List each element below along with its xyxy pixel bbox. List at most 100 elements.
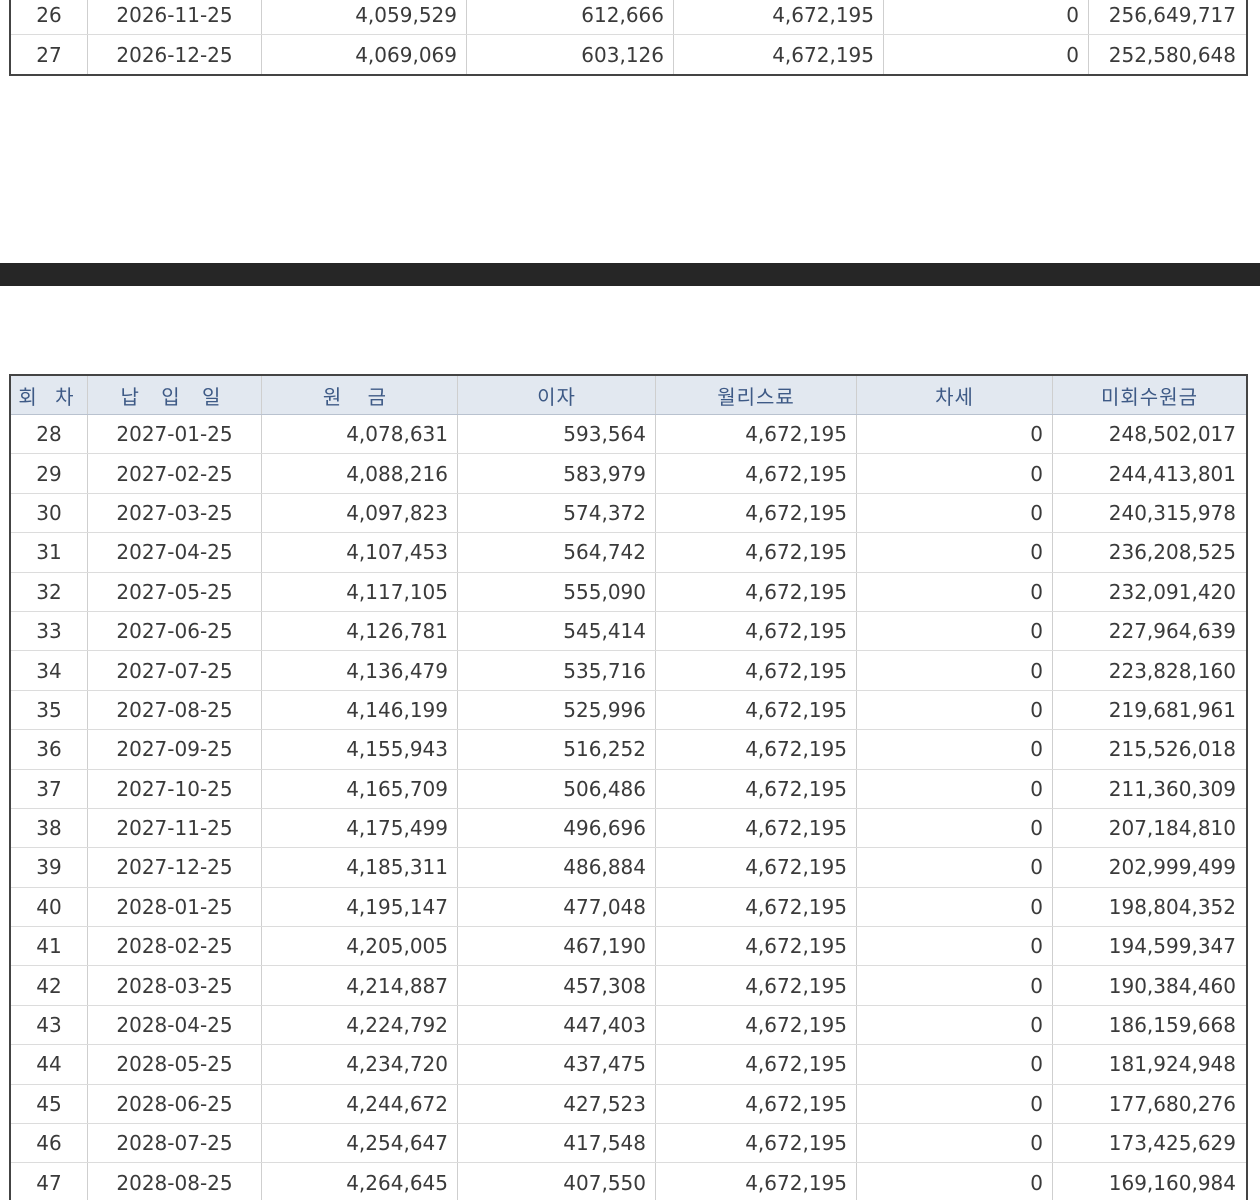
- outstanding-principal: 223,828,160: [1052, 650, 1247, 691]
- table-row: 46 2028-07-25 4,254,647 417,548 4,672,195 0 17…: [10, 1123, 1247, 1164]
- monthly-lease-fee: 4,672,195: [655, 493, 857, 534]
- interest: 583,979: [457, 453, 656, 494]
- monthly-lease-fee: 4,672,195: [655, 611, 857, 652]
- payment-date: 2027-01-25: [87, 414, 262, 455]
- table-row: 27 2026-12-25 4,069,069 603,126 4,672,19…: [10, 34, 1247, 75]
- outstanding-principal: 190,384,460: [1052, 965, 1247, 1006]
- installment-number: 41: [10, 926, 88, 967]
- difference: 0: [856, 572, 1053, 612]
- schedule-table: 회 차 납 입 일 원 금 이자 월리스료 차세 미회수원금 28 2027-01…: [9, 374, 1248, 1200]
- previous-page-rows: 26 2026-11-25 4,059,529 612,666 4,672,19…: [10, 0, 1247, 75]
- principal: 4,117,105: [261, 572, 458, 612]
- principal: 4,175,499: [261, 808, 458, 849]
- principal: 4,244,672: [261, 1084, 458, 1125]
- monthly-lease-fee: 4,672,195: [655, 769, 857, 809]
- installment-number: 27: [10, 34, 88, 75]
- difference: 0: [856, 808, 1053, 849]
- installment-number: 29: [10, 453, 88, 494]
- installment-number: 39: [10, 847, 88, 888]
- interest: 525,996: [457, 690, 656, 731]
- interest: 535,716: [457, 650, 656, 691]
- interest: 417,548: [457, 1123, 656, 1164]
- outstanding-principal: 256,649,717: [1088, 0, 1247, 36]
- installment-number: 44: [10, 1044, 88, 1085]
- header-outstanding-principal: 미회수원금: [1052, 375, 1247, 415]
- table-row: 31 2027-04-25 4,107,453 564,742 4,672,195 0 23…: [10, 532, 1247, 573]
- principal: 4,059,529: [261, 0, 467, 36]
- payment-date: 2028-01-25: [87, 887, 262, 928]
- difference: 0: [856, 1044, 1053, 1085]
- monthly-lease-fee: 4,672,195: [655, 650, 857, 691]
- monthly-lease-fee: 4,672,195: [655, 1005, 857, 1046]
- interest: 593,564: [457, 414, 656, 455]
- monthly-lease-fee: 4,672,195: [655, 1084, 857, 1125]
- installment-number: 35: [10, 690, 88, 731]
- monthly-lease-fee: 4,672,195: [655, 414, 857, 455]
- payment-date: 2028-04-25: [87, 1005, 262, 1046]
- interest: 603,126: [466, 34, 674, 75]
- table-row: 35 2027-08-25 4,146,199 525,996 4,672,195 0 21…: [10, 690, 1247, 731]
- difference: 0: [856, 1162, 1053, 1200]
- header-installment-number: 회 차: [10, 375, 88, 415]
- monthly-lease-fee: 4,672,195: [655, 690, 857, 731]
- outstanding-principal: 207,184,810: [1052, 808, 1247, 849]
- outstanding-principal: 248,502,017: [1052, 414, 1247, 455]
- difference: 0: [856, 493, 1053, 534]
- monthly-lease-fee: 4,672,195: [673, 0, 884, 36]
- principal: 4,088,216: [261, 453, 458, 494]
- installment-number: 32: [10, 572, 88, 612]
- outstanding-principal: 215,526,018: [1052, 729, 1247, 770]
- outstanding-principal: 211,360,309: [1052, 769, 1247, 809]
- outstanding-principal: 244,413,801: [1052, 453, 1247, 494]
- installment-number: 40: [10, 887, 88, 928]
- header-payment-date: 납 입 일: [87, 375, 262, 415]
- outstanding-principal: 181,924,948: [1052, 1044, 1247, 1085]
- payment-date: 2027-02-25: [87, 453, 262, 494]
- difference: 0: [856, 1123, 1053, 1164]
- interest: 477,048: [457, 887, 656, 928]
- payment-date: 2027-07-25: [87, 650, 262, 691]
- difference: 0: [856, 532, 1053, 573]
- interest: 612,666: [466, 0, 674, 36]
- payment-date: 2027-10-25: [87, 769, 262, 809]
- monthly-lease-fee: 4,672,195: [655, 1162, 857, 1200]
- difference: 0: [856, 690, 1053, 731]
- difference: 0: [856, 926, 1053, 967]
- interest: 457,308: [457, 965, 656, 1006]
- principal: 4,069,069: [261, 34, 467, 75]
- outstanding-principal: 240,315,978: [1052, 493, 1247, 534]
- interest: 437,475: [457, 1044, 656, 1085]
- installment-number: 28: [10, 414, 88, 455]
- interest: 496,696: [457, 808, 656, 849]
- principal: 4,146,199: [261, 690, 458, 731]
- principal: 4,254,647: [261, 1123, 458, 1164]
- difference: 0: [856, 650, 1053, 691]
- payment-date: 2028-03-25: [87, 965, 262, 1006]
- header-principal: 원 금: [261, 375, 458, 415]
- payment-date: 2028-02-25: [87, 926, 262, 967]
- principal: 4,214,887: [261, 965, 458, 1006]
- installment-number: 45: [10, 1084, 88, 1125]
- installment-number: 33: [10, 611, 88, 652]
- difference: 0: [856, 1084, 1053, 1125]
- principal: 4,155,943: [261, 729, 458, 770]
- header-difference: 차세: [856, 375, 1053, 415]
- monthly-lease-fee: 4,672,195: [655, 453, 857, 494]
- table-row: 47 2028-08-25 4,264,645 407,550 4,672,195 0 16…: [10, 1162, 1247, 1200]
- payment-date: 2027-09-25: [87, 729, 262, 770]
- difference: 0: [856, 769, 1053, 809]
- monthly-lease-fee: 4,672,195: [655, 847, 857, 888]
- difference: 0: [856, 1005, 1053, 1046]
- header-row: 회 차 납 입 일 원 금 이자 월리스료 차세 미회수원금: [10, 375, 1247, 415]
- table-row: 30 2027-03-25 4,097,823 574,372 4,672,195 0 24…: [10, 493, 1247, 534]
- outstanding-principal: 194,599,347: [1052, 926, 1247, 967]
- table-row: 42 2028-03-25 4,214,887 457,308 4,672,195 0 19…: [10, 965, 1247, 1006]
- outstanding-principal: 177,680,276: [1052, 1084, 1247, 1125]
- payment-date: 2028-05-25: [87, 1044, 262, 1085]
- principal: 4,224,792: [261, 1005, 458, 1046]
- monthly-lease-fee: 4,672,195: [655, 1123, 857, 1164]
- outstanding-principal: 236,208,525: [1052, 532, 1247, 573]
- table-row: 40 2028-01-25 4,195,147 477,048 4,672,195 0 19…: [10, 887, 1247, 928]
- interest: 545,414: [457, 611, 656, 652]
- principal: 4,195,147: [261, 887, 458, 928]
